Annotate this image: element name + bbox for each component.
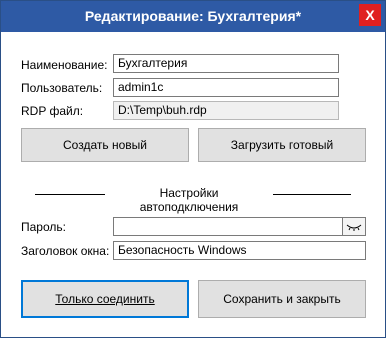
user-input[interactable]: admin1c <box>113 78 339 97</box>
window-title-label: Заголовок окна: <box>21 244 110 258</box>
autoconnect-section-title: Настройки автоподключения <box>139 186 239 214</box>
connect-only-button[interactable]: Только соединить <box>21 280 189 318</box>
create-new-button[interactable]: Создать новый <box>21 128 189 162</box>
edit-dialog: Редактирование: Бухгалтерия* X Наименова… <box>0 0 386 338</box>
name-input[interactable]: Бухгалтерия <box>113 54 339 73</box>
password-label: Пароль: <box>21 220 66 234</box>
rdp-file-field: D:\Temp\buh.rdp <box>113 101 339 120</box>
title-bar[interactable]: Редактирование: Бухгалтерия* X <box>1 1 385 32</box>
dialog-body: Наименование: Бухгалтерия Пользователь: … <box>1 32 385 337</box>
separator-left <box>35 194 105 195</box>
show-password-button[interactable] <box>342 217 366 236</box>
eye-closed-icon <box>346 224 362 231</box>
separator-right <box>273 194 351 195</box>
password-input[interactable] <box>113 217 343 236</box>
save-and-close-button[interactable]: Сохранить и закрыть <box>198 280 366 318</box>
window-title-input[interactable]: Безопасность Windows <box>113 241 366 260</box>
name-label: Наименование: <box>21 58 108 72</box>
load-ready-button[interactable]: Загрузить готовый <box>198 128 366 162</box>
rdp-label: RDP файл: <box>21 104 84 118</box>
window-title: Редактирование: Бухгалтерия* <box>84 8 302 24</box>
user-label: Пользователь: <box>21 81 103 95</box>
close-button[interactable]: X <box>359 4 381 26</box>
